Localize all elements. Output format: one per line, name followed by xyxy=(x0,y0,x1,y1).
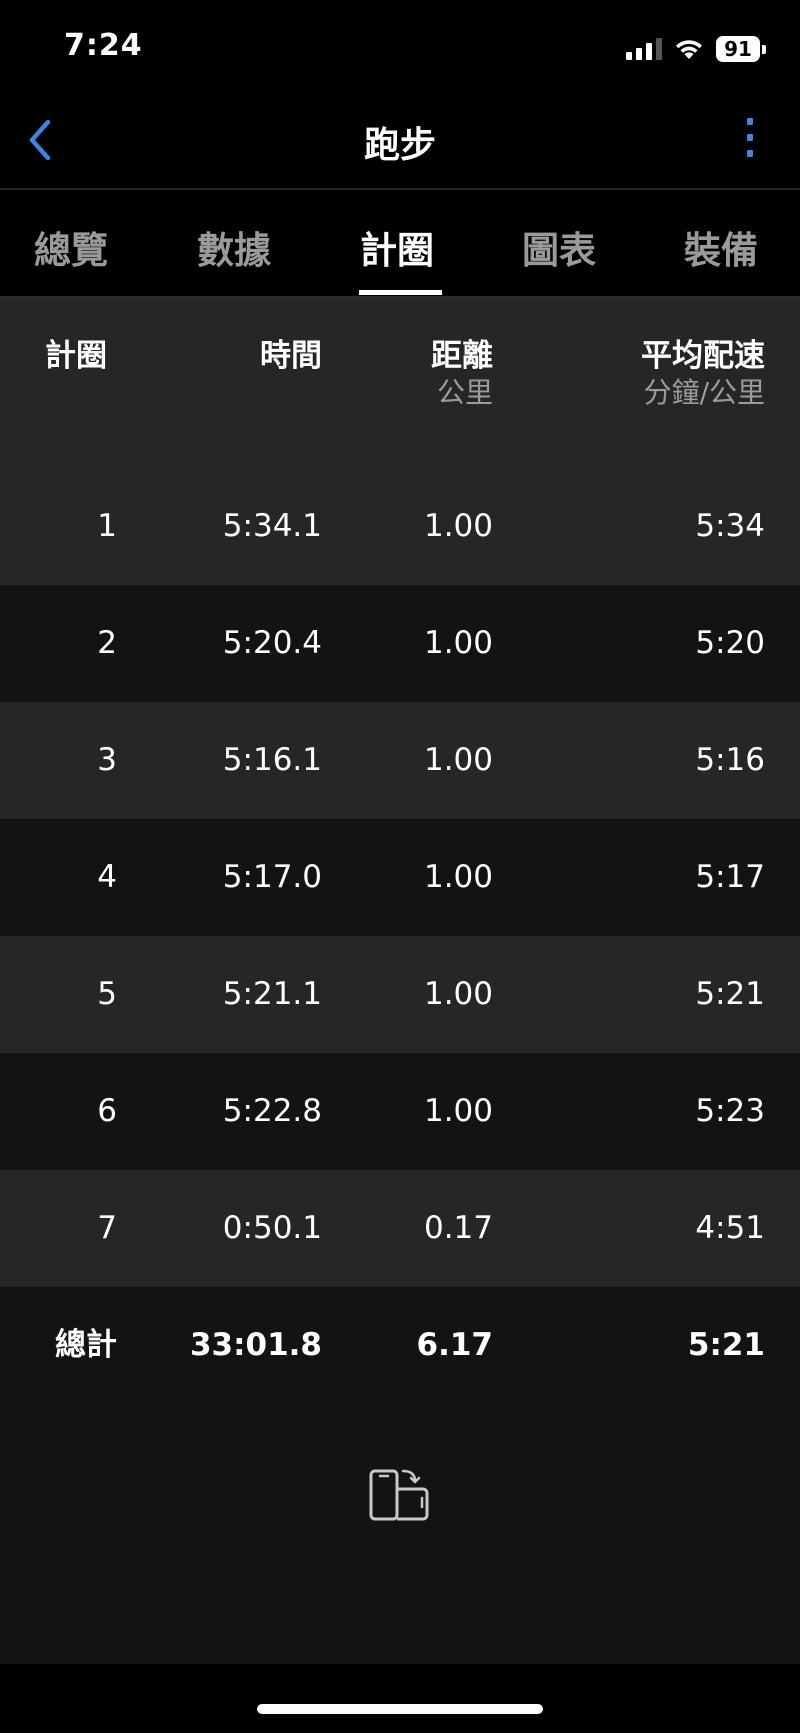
lap-number: 4 xyxy=(97,859,117,895)
lap-time: 5:34.1 xyxy=(222,508,322,544)
lap-distance: 1.00 xyxy=(423,1093,493,1129)
header-time: 時間 xyxy=(260,338,322,374)
lap-distance: 1.00 xyxy=(423,742,493,778)
header-distance: 距離 公里 xyxy=(431,338,493,412)
header-distance-label: 距離 xyxy=(431,338,493,374)
lap-distance: 1.00 xyxy=(423,625,493,661)
lap-number: 5 xyxy=(97,976,117,1012)
lap-number: 1 xyxy=(97,508,117,544)
rotate-device-icon[interactable] xyxy=(369,1467,431,1523)
lap-pace: 5:17 xyxy=(695,859,765,895)
lap-number: 3 xyxy=(97,742,117,778)
table-header: 計圈 時間 距離 公里 平均配速 分鐘/公里 xyxy=(0,298,800,468)
status-icons: 91 xyxy=(626,34,766,64)
lap-distance: 0.17 xyxy=(423,1210,493,1246)
header-pace-label: 平均配速 xyxy=(641,338,765,374)
total-label: 總計 xyxy=(55,1327,117,1363)
lap-time: 5:16.1 xyxy=(222,742,322,778)
active-tab-indicator xyxy=(359,290,442,295)
table-row: 6 5:22.8 1.00 5:23 xyxy=(0,1053,800,1170)
table-row: 3 5:16.1 1.00 5:16 xyxy=(0,702,800,819)
header-pace: 平均配速 分鐘/公里 xyxy=(641,338,765,412)
home-bar-area xyxy=(0,1664,800,1733)
lap-distance: 1.00 xyxy=(423,859,493,895)
more-vertical-icon[interactable] xyxy=(740,114,760,162)
laps-table: 計圈 時間 距離 公里 平均配速 分鐘/公里 1 5:34.1 1.00 5:3… xyxy=(0,298,800,1664)
header-lap: 計圈 xyxy=(45,338,107,374)
lap-distance: 1.00 xyxy=(423,976,493,1012)
lap-pace: 5:16 xyxy=(695,742,765,778)
table-row: 1 5:34.1 1.00 5:34 xyxy=(0,468,800,585)
navigation-bar: 跑步 xyxy=(0,96,800,190)
table-total-row: 總計 33:01.8 6.17 5:21 xyxy=(0,1287,800,1404)
header-pace-unit: 分鐘/公里 xyxy=(643,376,765,409)
home-indicator[interactable] xyxy=(257,1704,543,1714)
lap-distance: 1.00 xyxy=(423,508,493,544)
tab-laps[interactable]: 計圈 xyxy=(360,220,434,286)
table-row: 2 5:20.4 1.00 5:20 xyxy=(0,585,800,702)
lap-time: 5:22.8 xyxy=(222,1093,322,1129)
lap-pace: 5:21 xyxy=(695,976,765,1012)
lap-number: 2 xyxy=(97,625,117,661)
table-row: 5 5:21.1 1.00 5:21 xyxy=(0,936,800,1053)
tab-overview[interactable]: 總覽 xyxy=(34,220,108,286)
status-bar: 7:24 91 xyxy=(0,0,800,96)
total-pace: 5:21 xyxy=(687,1327,765,1363)
status-time: 7:24 xyxy=(64,28,143,63)
table-row: 4 5:17.0 1.00 5:17 xyxy=(0,819,800,936)
tab-data[interactable]: 數據 xyxy=(197,220,271,286)
cellular-signal-icon xyxy=(626,38,662,60)
lap-number: 7 xyxy=(97,1210,117,1246)
lap-time: 5:20.4 xyxy=(222,625,322,661)
tab-bar: 總覽 數據 計圈 圖表 裝備 xyxy=(0,190,800,298)
lap-pace: 5:34 xyxy=(695,508,765,544)
lap-number: 6 xyxy=(97,1093,117,1129)
page-title: 跑步 xyxy=(363,125,436,166)
tab-charts[interactable]: 圖表 xyxy=(522,220,596,286)
lap-pace: 4:51 xyxy=(695,1210,765,1246)
total-distance: 6.17 xyxy=(416,1327,494,1363)
tab-gear[interactable]: 裝備 xyxy=(684,220,758,286)
lap-time: 5:21.1 xyxy=(222,976,322,1012)
battery-level: 91 xyxy=(716,36,760,62)
total-time: 33:01.8 xyxy=(189,1327,322,1363)
lap-pace: 5:20 xyxy=(695,625,765,661)
table-row: 7 0:50.1 0.17 4:51 xyxy=(0,1170,800,1287)
wifi-icon xyxy=(676,40,702,59)
header-distance-unit: 公里 xyxy=(436,376,493,409)
lap-time: 0:50.1 xyxy=(222,1210,322,1246)
battery-icon: 91 xyxy=(716,36,766,62)
lap-time: 5:17.0 xyxy=(222,859,322,895)
lap-pace: 5:23 xyxy=(695,1093,765,1129)
